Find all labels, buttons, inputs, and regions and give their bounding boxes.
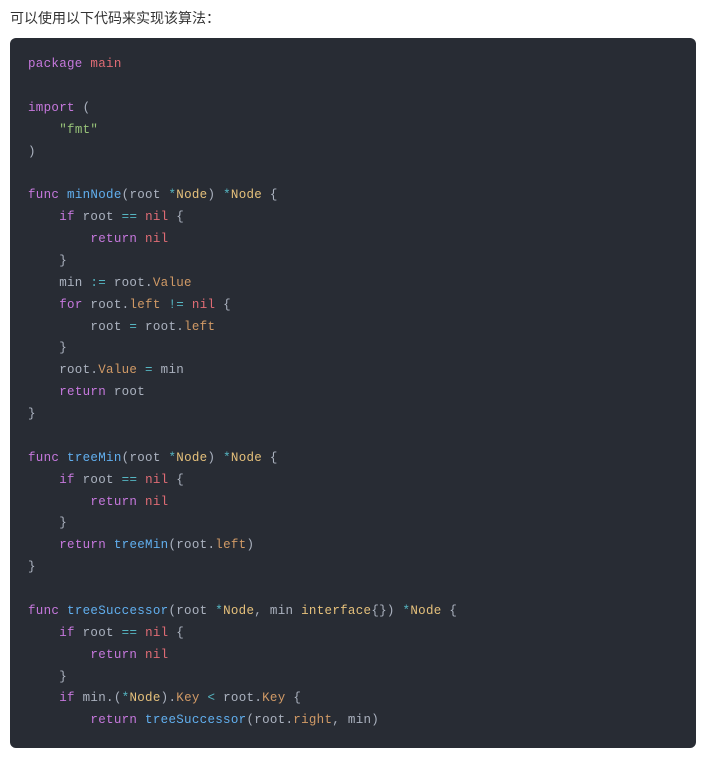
code-line: return nil — [28, 492, 678, 514]
code-line: if min.(*Node).Key < root.Key { — [28, 688, 678, 710]
code-line: } — [28, 404, 678, 426]
code-line: func minNode(root *Node) *Node { — [28, 185, 678, 207]
code-line: "fmt" — [28, 120, 678, 142]
code-lines: package main import ( "fmt") func minNod… — [28, 54, 678, 732]
code-block: package main import ( "fmt") func minNod… — [10, 38, 696, 748]
code-line: ) — [28, 142, 678, 164]
code-line — [28, 76, 678, 98]
code-line: } — [28, 667, 678, 689]
code-line: package main — [28, 54, 678, 76]
code-line: return treeMin(root.left) — [28, 535, 678, 557]
code-line: for root.left != nil { — [28, 295, 678, 317]
code-line: if root == nil { — [28, 470, 678, 492]
code-line: root = root.left — [28, 317, 678, 339]
code-line: } — [28, 557, 678, 579]
code-line: func treeMin(root *Node) *Node { — [28, 448, 678, 470]
code-line — [28, 426, 678, 448]
code-line: if root == nil { — [28, 207, 678, 229]
code-line: } — [28, 513, 678, 535]
code-line: return treeSuccessor(root.right, min) — [28, 710, 678, 732]
code-line — [28, 163, 678, 185]
code-line: return root — [28, 382, 678, 404]
code-line: import ( — [28, 98, 678, 120]
code-line: return nil — [28, 229, 678, 251]
code-line: return nil — [28, 645, 678, 667]
code-line: } — [28, 338, 678, 360]
code-line: root.Value = min — [28, 360, 678, 382]
code-line: min := root.Value — [28, 273, 678, 295]
code-line: func treeSuccessor(root *Node, min inter… — [28, 601, 678, 623]
code-line: if root == nil { — [28, 623, 678, 645]
intro-text: 可以使用以下代码来实现该算法： — [0, 0, 706, 38]
code-line — [28, 579, 678, 601]
code-line: } — [28, 251, 678, 273]
